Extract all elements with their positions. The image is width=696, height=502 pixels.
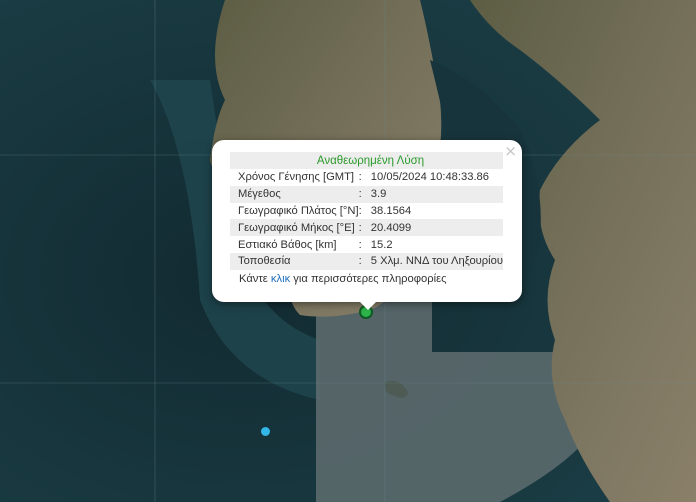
event-details-table: Αναθεωρημένη Λύση Χρόνος Γένησης [GMT] :… bbox=[230, 152, 503, 270]
row-value: 10/05/2024 10:48:33.86 bbox=[370, 171, 489, 184]
table-row: Χρόνος Γένησης [GMT] : 10/05/2024 10:48:… bbox=[230, 169, 503, 186]
more-info-suffix: για περισσότερες πληροφορίες bbox=[293, 272, 447, 285]
row-label: Χρόνος Γένησης [GMT] bbox=[238, 171, 355, 184]
popup-title: Αναθεωρημένη Λύση bbox=[230, 152, 503, 169]
table-row: Εστιακό Βάθος [km] : 15.2 bbox=[230, 236, 503, 253]
row-label: Μέγεθος bbox=[230, 185, 359, 203]
more-info-text: Κάντε κλικ για περισσότερες πληροφορίες bbox=[230, 273, 504, 285]
table-row: Γεωγραφικό Μήκος [°E] : 20.4099 bbox=[230, 219, 503, 237]
row-label: Τοποθεσία bbox=[230, 252, 359, 270]
row-value: 15.2 bbox=[370, 238, 393, 251]
close-icon[interactable]: × bbox=[504, 143, 517, 159]
row-value: 5 Χλμ. ΝΝΔ του Ληξουρίου bbox=[362, 252, 503, 270]
more-info-prefix: Κάντε bbox=[239, 272, 268, 285]
event-popup: × Αναθεωρημένη Λύση Χρόνος Γένησης [GMT]… bbox=[212, 140, 522, 302]
popup-pointer bbox=[358, 300, 378, 310]
row-label: Εστιακό Βάθος [km] bbox=[238, 238, 337, 251]
table-row: Μέγεθος : 3.9 bbox=[230, 185, 503, 203]
secondary-event-marker[interactable] bbox=[261, 427, 270, 436]
row-label: Γεωγραφικό Μήκος [°E] bbox=[230, 219, 359, 237]
more-info-link[interactable]: κλικ bbox=[271, 273, 290, 285]
row-value: 20.4099 bbox=[362, 219, 503, 237]
table-row: Γεωγραφικό Πλάτος [°N] : 38.1564 bbox=[230, 203, 503, 220]
table-row: Τοποθεσία : 5 Χλμ. ΝΝΔ του Ληξουρίου bbox=[230, 252, 503, 270]
row-value: 38.1564 bbox=[370, 204, 412, 217]
row-value: 3.9 bbox=[362, 185, 503, 203]
row-label: Γεωγραφικό Πλάτος [°N] bbox=[238, 204, 359, 217]
